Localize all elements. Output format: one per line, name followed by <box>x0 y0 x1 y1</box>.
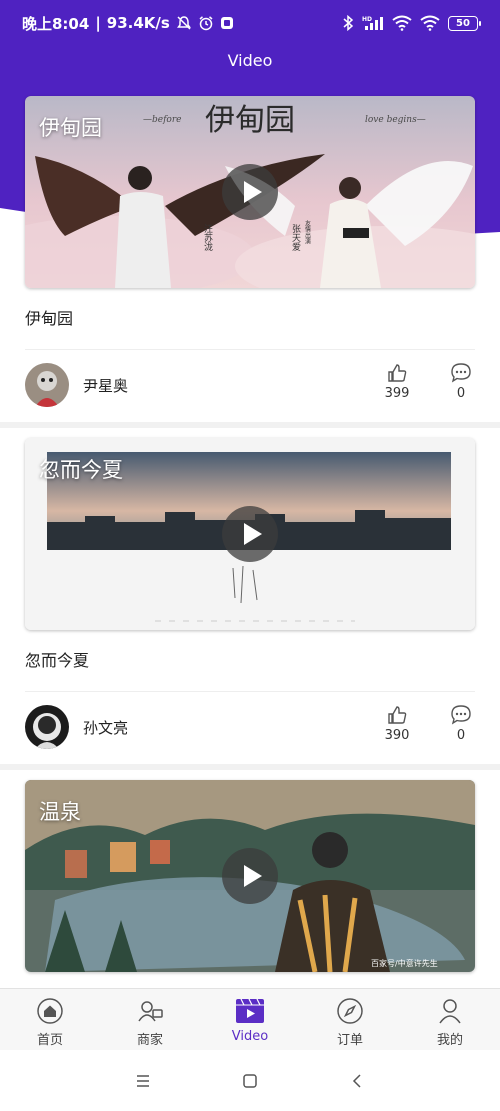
video-card: 忽而今夏 忽而今夏 孙文亮 390 0 <box>0 438 500 770</box>
video-card: —before 伊甸园 love begins— 汪苏泷 张天爱 友情出演 伊甸… <box>0 96 500 428</box>
alarm-icon <box>198 15 214 31</box>
svg-text:张天爱: 张天爱 <box>290 224 301 251</box>
back-icon <box>352 1073 361 1088</box>
play-button[interactable] <box>222 164 278 220</box>
system-nav-bar <box>0 1050 500 1111</box>
video-meta-row: 孙文亮 390 0 <box>25 692 475 762</box>
svg-text:友情出演: 友情出演 <box>304 219 311 245</box>
tab-home[interactable]: 首页 <box>0 989 100 1050</box>
home-square-icon <box>243 1073 257 1088</box>
play-button[interactable] <box>222 848 278 904</box>
like-button[interactable]: 399 <box>377 362 417 401</box>
thumbs-up-icon <box>388 706 407 724</box>
menu-icon <box>137 1074 150 1087</box>
mute-icon <box>176 15 192 31</box>
bottom-tab-bar: 首页 商家 Video 订单 我的 <box>0 988 500 1050</box>
tab-orders[interactable]: 订单 <box>300 989 400 1050</box>
svg-text:HD: HD <box>362 16 372 23</box>
video-thumbnail[interactable]: 百家号/中意许先生 温泉 <box>25 780 475 972</box>
thumbnail-title: 温泉 <box>39 800 81 824</box>
user-icon <box>439 999 461 1024</box>
tab-label: 商家 <box>136 1033 163 1048</box>
app-screen: 晚上8:04 | 93.4K/s HD 50 Video —before 伊甸园… <box>0 0 500 1111</box>
tab-merchant[interactable]: 商家 <box>100 989 200 1050</box>
comment-count: 0 <box>456 728 466 743</box>
play-icon <box>243 181 262 203</box>
page-title: Video <box>227 51 273 70</box>
compass-icon <box>337 998 363 1024</box>
author-name[interactable]: 孙文亮 <box>83 717 128 738</box>
status-bar: 晚上8:04 | 93.4K/s HD 50 <box>0 0 500 46</box>
play-icon <box>243 865 262 887</box>
back-button[interactable] <box>337 1061 377 1101</box>
status-separator: | <box>95 14 101 32</box>
svg-text:—before: —before <box>143 115 181 125</box>
card-divider <box>0 422 500 428</box>
comment-button[interactable]: 0 <box>441 704 481 743</box>
tab-label: Video <box>231 1029 269 1044</box>
author-name[interactable]: 尹星奥 <box>83 375 128 396</box>
like-count: 399 <box>384 386 410 401</box>
comment-count: 0 <box>456 386 466 401</box>
wifi-icon <box>392 15 412 31</box>
avatar[interactable] <box>25 705 69 749</box>
battery-indicator: 50 <box>448 15 481 31</box>
video-title[interactable]: 忽而今夏 <box>25 630 475 692</box>
video-feed: —before 伊甸园 love begins— 汪苏泷 张天爱 友情出演 伊甸… <box>0 96 500 972</box>
svg-text:百家号/中意许先生: 百家号/中意许先生 <box>371 958 438 968</box>
video-card: 百家号/中意许先生 温泉 <box>0 780 500 972</box>
comment-button[interactable]: 0 <box>441 362 481 401</box>
tab-label: 我的 <box>436 1033 463 1048</box>
home-button[interactable] <box>230 1061 270 1101</box>
status-time: 晚上8:04 <box>22 14 90 33</box>
tab-mine[interactable]: 我的 <box>400 989 500 1050</box>
card-divider <box>0 764 500 770</box>
video-thumbnail[interactable]: 忽而今夏 <box>25 438 475 630</box>
tab-label: 订单 <box>336 1033 363 1048</box>
app-notification-icon <box>220 16 234 30</box>
video-icon <box>236 998 264 1023</box>
like-button[interactable]: 390 <box>377 704 417 743</box>
network-speed: 93.4K/s <box>106 14 170 32</box>
svg-text:love begins—: love begins— <box>365 115 426 125</box>
signal-hd-icon: HD <box>362 15 384 31</box>
play-icon <box>243 523 262 545</box>
thumbs-up-icon <box>388 364 407 382</box>
play-button[interactable] <box>222 506 278 562</box>
recent-apps-button[interactable] <box>123 1061 163 1101</box>
avatar[interactable] <box>25 363 69 407</box>
wifi-icon <box>420 15 440 31</box>
merchant-icon <box>138 1001 163 1022</box>
thumbnail-title: 伊甸园 <box>39 116 102 140</box>
svg-text:汪苏泷: 汪苏泷 <box>202 224 213 252</box>
bluetooth-icon <box>342 15 354 31</box>
svg-text:伊甸园: 伊甸园 <box>205 103 295 138</box>
comment-icon <box>451 363 471 383</box>
like-count: 390 <box>384 728 410 743</box>
comment-icon <box>451 705 471 725</box>
tab-video[interactable]: Video <box>200 989 300 1050</box>
video-meta-row: 尹星奥 399 0 <box>25 350 475 420</box>
tab-label: 首页 <box>36 1033 63 1048</box>
video-title[interactable]: 伊甸园 <box>25 288 475 350</box>
home-icon <box>37 998 63 1024</box>
battery-level: 50 <box>456 17 470 29</box>
video-thumbnail[interactable]: —before 伊甸园 love begins— 汪苏泷 张天爱 友情出演 伊甸… <box>25 96 475 288</box>
thumbnail-title: 忽而今夏 <box>39 458 123 482</box>
